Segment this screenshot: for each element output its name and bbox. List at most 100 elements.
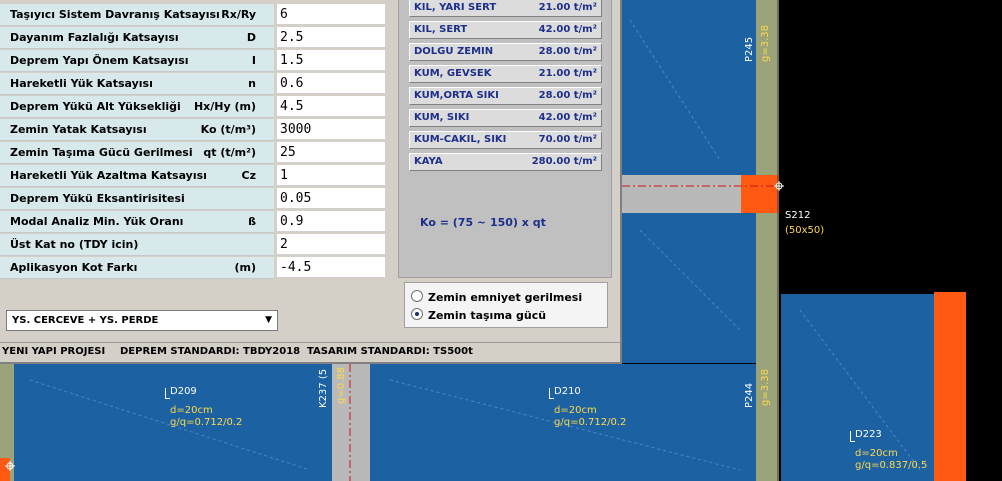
parameter-label: Dayanım Fazlalığı Katsayısı D [0,27,274,49]
soil-type-name: KUM-CAKIL, SIKI [414,134,507,145]
parameter-label: Zemin Taşıma Gücü Gerilmesi qt (t/m²) [0,142,274,164]
parameter-symbol: Cz [241,169,256,182]
parameter-label: Deprem Yapı Önem Katsayısı I [0,50,274,72]
soil-type-panel: KIL, YARI SERT 21.00 t/m² KIL, SERT 42.00 t… [398,0,612,278]
parameter-row: Modal Analiz Min. Yük Oranı ß 0.9 [0,211,390,233]
parameter-value-input[interactable]: 0.05 [277,188,385,209]
parameter-row: Deprem Yapı Önem Katsayısı I 1.5 [0,50,390,72]
parameter-row: Deprem Yükü Eksantirisitesi 0.05 [0,188,390,210]
soil-type-button[interactable]: KUM, GEVSEK 21.00 t/m² [409,65,602,83]
parameter-name: Modal Analiz Min. Yük Oranı [10,215,184,228]
label-d210-thickness: d=20cm [554,405,597,416]
radio-emniyet-label: Zemin emniyet gerilmesi [428,291,583,304]
parameter-value-input[interactable]: 1 [277,165,385,186]
soil-type-name: KIL, SERT [414,24,468,35]
radio-tasima-label: Zemin taşıma gücü [428,309,547,322]
soil-type-value: 42.00 t/m² [538,24,597,35]
label-g338-bottom: g=3.38 [760,369,771,406]
parameter-name: Üst Kat no (TDY icin) [10,238,139,251]
parameter-row: Üst Kat no (TDY icin) 2 [0,234,390,256]
soil-type-value: 21.00 t/m² [538,68,597,79]
parameter-symbol: Hx/Hy (m) [193,100,256,113]
parameter-name: Dayanım Fazlalığı Katsayısı [10,31,179,44]
parameter-name: Deprem Yapı Önem Katsayısı [10,54,189,67]
parameter-value-input[interactable]: 2.5 [277,27,385,48]
label-p244: P244 [744,382,755,408]
soil-type-value: 28.00 t/m² [538,46,597,57]
soil-type-button[interactable]: DOLGU ZEMIN 28.00 t/m² [409,43,602,61]
parameter-symbol: qt (t/m²) [203,146,256,159]
soil-type-value: 42.00 t/m² [538,112,597,123]
label-s212-dim: (50x50) [785,225,825,236]
parameter-value-input[interactable]: 25 [277,142,385,163]
parameter-value-input[interactable]: 0.9 [277,211,385,232]
parameter-label: Taşıyıcı Sistem Davranış Katsayısı Rx/Ry [0,4,274,26]
parameter-row: Aplikasyon Kot Farkı (m) -4.5 [0,257,390,279]
radio-emniyet[interactable]: Zemin emniyet gerilmesi [411,290,582,306]
label-g088: g=0.88 [336,367,347,404]
soil-type-name: KUM,ORTA SIKI [414,90,499,101]
parameter-value-input[interactable]: 3000 [277,119,385,140]
parameter-symbol: Ko (t/m³) [200,123,256,136]
parameter-symbol: (m) [234,261,256,274]
parameter-name: Aplikasyon Kot Farkı [10,261,138,274]
label-d223-thickness: d=20cm [855,448,898,459]
status-bar: YENI YAPI PROJESI DEPREM STANDARDI: TBDY… [0,342,620,361]
parameter-row: Hareketli Yük Azaltma Katsayısı Cz 1 [0,165,390,187]
status-project: YENI YAPI PROJESI [2,346,106,357]
parameter-label: Deprem Yükü Eksantirisitesi [0,188,274,210]
parameter-value-input[interactable]: 1.5 [277,50,385,71]
parameter-row: Taşıyıcı Sistem Davranış Katsayısı Rx/Ry 6 [0,4,390,26]
parameter-label: Hareketli Yük Azaltma Katsayısı Cz [0,165,274,187]
parameter-label: Hareketli Yük Katsayısı n [0,73,274,95]
label-g338-top: g=3.38 [760,25,771,62]
parameter-value-input[interactable]: 6 [277,4,385,25]
ko-formula: Ko = (75 ~ 150) x qt [420,216,546,229]
parameter-row: Zemin Taşıma Gücü Gerilmesi qt (t/m²) 25 [0,142,390,164]
parameters-dialog: Taşıyıcı Sistem Davranış Katsayısı Rx/Ry 6… [0,0,622,364]
soil-type-value: 21.00 t/m² [538,2,597,13]
soil-type-name: KUM, SIKI [414,112,470,123]
structural-system-value: YS. CERCEVE + YS. PERDE [12,315,159,326]
parameter-symbol: ß [248,215,256,228]
soil-type-button[interactable]: KIL, SERT 42.00 t/m² [409,21,602,39]
parameter-symbol: Rx/Ry [221,8,256,21]
parameter-row: Deprem Yükü Alt Yüksekliği Hx/Hy (m) 4.5 [0,96,390,118]
soil-type-button[interactable]: KIL, YARI SERT 21.00 t/m² [409,0,602,17]
parameter-row: Zemin Yatak Katsayısı Ko (t/m³) 3000 [0,119,390,141]
soil-type-button[interactable]: KUM,ORTA SIKI 28.00 t/m² [409,87,602,105]
parameter-symbol: I [251,54,256,67]
radio-tasima[interactable]: Zemin taşıma gücü [411,308,546,324]
radio-emniyet-circle[interactable] [411,290,423,302]
parameter-symbol: n [248,77,256,90]
label-d223-load: g/q=0.837/0.5 [855,460,928,471]
label-d209-thickness: d=20cm [170,405,213,416]
soil-stress-radio-group: Zemin emniyet gerilmesi Zemin taşıma güc… [404,282,608,328]
soil-type-value: 280.00 t/m² [531,156,597,167]
parameter-name: Hareketli Yük Katsayısı [10,77,153,90]
soil-type-button[interactable]: KAYA 280.00 t/m² [409,153,602,171]
soil-type-button[interactable]: KUM, SIKI 42.00 t/m² [409,109,602,127]
chevron-down-icon[interactable]: ▼ [265,311,272,330]
parameter-value-input[interactable]: -4.5 [277,257,385,278]
status-tasarim: TASARIM STANDARDI: TS500t [307,346,473,357]
soil-type-name: KUM, GEVSEK [414,68,492,79]
label-d223: D223 [855,429,882,440]
structural-system-select[interactable]: YS. CERCEVE + YS. PERDE ▼ [6,310,278,331]
parameter-value-input[interactable]: 0.6 [277,73,385,94]
parameter-row: Hareketli Yük Katsayısı n 0.6 [0,73,390,95]
parameter-label: Aplikasyon Kot Farkı (m) [0,257,274,279]
parameter-name: Taşıyıcı Sistem Davranış Katsayısı [10,8,220,21]
parameter-name: Zemin Yatak Katsayısı [10,123,147,136]
soil-type-value: 28.00 t/m² [538,90,597,101]
parameter-value-input[interactable]: 2 [277,234,385,255]
soil-type-name: DOLGU ZEMIN [414,46,494,57]
parameter-value-input[interactable]: 4.5 [277,96,385,117]
label-d210-load: g/q=0.712/0.2 [554,417,627,428]
parameter-label: Deprem Yükü Alt Yüksekliği Hx/Hy (m) [0,96,274,118]
radio-tasima-circle[interactable] [411,308,423,320]
parameter-name: Zemin Taşıma Gücü Gerilmesi [10,146,193,159]
soil-type-button[interactable]: KUM-CAKIL, SIKI 70.00 t/m² [409,131,602,149]
soil-type-name: KAYA [414,156,443,167]
parameter-name: Deprem Yükü Eksantirisitesi [10,192,185,205]
